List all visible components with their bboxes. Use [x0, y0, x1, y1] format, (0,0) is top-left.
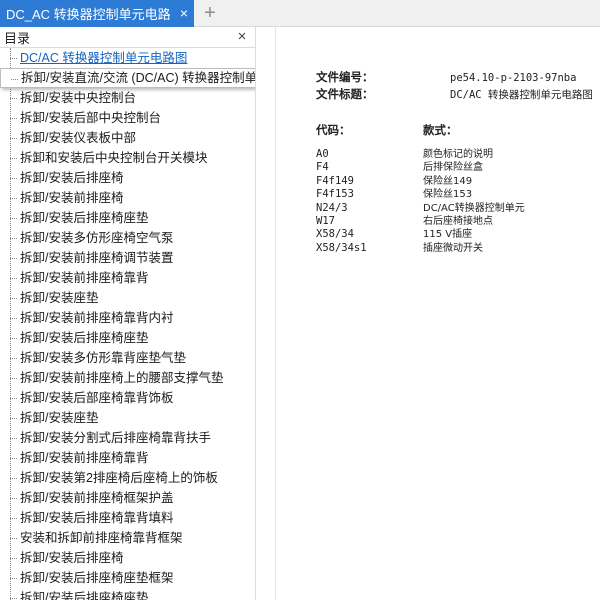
toc-item[interactable]: 拆卸/安装中央控制台 — [0, 88, 255, 108]
code-row: F4f153 保险丝153 — [316, 188, 472, 201]
toc-item[interactable]: 拆卸和安装后中央控制台开关模块 — [0, 148, 255, 168]
description-value: 插座微动开关 — [423, 242, 483, 254]
toc-item[interactable]: 拆卸/安装前排座椅框架护盖 — [0, 488, 255, 508]
description-value: 右后座椅接地点 — [423, 216, 493, 227]
close-icon[interactable]: × — [176, 4, 192, 22]
tab-bar: DC_AC 转换器控制单元电路图 × + — [0, 0, 600, 27]
toc-item[interactable]: 拆卸/安装前排座椅调节装置 — [0, 248, 255, 268]
sidebar-header: 目录 × — [0, 27, 255, 48]
file-title-label: 文件标题： — [316, 87, 374, 101]
toc-item[interactable]: 拆卸/安装前排座椅靠背 — [0, 268, 255, 288]
toc-item[interactable]: 拆卸/安装前排座椅靠背 — [0, 448, 255, 468]
document-tab[interactable]: DC_AC 转换器控制单元电路图 × — [0, 0, 194, 27]
description-column-header: 款式： — [423, 123, 458, 137]
file-title-value: DC/AC 转换器控制单元电路图 — [450, 89, 593, 101]
tab-title: DC_AC 转换器控制单元电路图 — [6, 7, 171, 22]
toc-item[interactable]: 拆卸/安装后排座椅座垫 — [0, 588, 255, 600]
sidebar-toc: 目录 × DC/AC 转换器控制单元电路图 拆卸/安装直流/交流 (DC/AC) … — [0, 27, 256, 600]
file-title-row: 文件标题： DC/AC 转换器控制单元电路图 — [316, 86, 593, 102]
add-tab-icon[interactable]: + — [200, 3, 220, 23]
toc-item[interactable]: 拆卸/安装后排座椅座垫 — [0, 328, 255, 348]
file-number-row: 文件编号： pe54.10-p-2103-97nba — [316, 69, 576, 85]
toc-item[interactable]: 拆卸/安装座垫 — [0, 288, 255, 308]
toc-item[interactable]: 拆卸/安装后排座椅 — [0, 548, 255, 568]
sidebar-title: 目录 — [4, 30, 31, 46]
toc-item[interactable]: 安装和拆卸前排座椅靠背框架 — [0, 528, 255, 548]
description-value: 保险丝149 — [423, 175, 473, 187]
description-value: 后排保险丝盒 — [423, 162, 483, 174]
toc-item[interactable]: 拆卸/安装分割式后排座椅靠背扶手 — [0, 428, 255, 448]
toc-item[interactable]: 拆卸/安装前排座椅靠背内衬 — [0, 308, 255, 328]
toc-item[interactable]: DC/AC 转换器控制单元电路图 — [0, 48, 255, 68]
code-column-header: 代码： — [316, 123, 351, 137]
document-view: 文件编号： pe54.10-p-2103-97nba 文件标题： DC/AC 转换器… — [275, 27, 600, 600]
code-value: X58/34s1 — [316, 241, 367, 254]
file-number-value: pe54.10-p-2103-97nba — [450, 72, 577, 84]
toc-item[interactable]: 拆卸/安装座垫 — [0, 408, 255, 428]
code-value: F4f149 — [316, 174, 354, 187]
toc-list: DC/AC 转换器控制单元电路图 拆卸/安装直流/交流 (DC/AC) 转换器控制… — [0, 48, 255, 600]
toc-item[interactable]: 拆卸/安装后部座椅靠背饰板 — [0, 388, 255, 408]
toc-item[interactable]: 拆卸/安装后部中央控制台 — [0, 108, 255, 128]
code-row: F4f149 保险丝149 — [316, 175, 472, 188]
code-value: A0 — [316, 148, 329, 160]
code-value: X58/34 — [316, 228, 354, 241]
code-value: N24/3 — [316, 201, 348, 214]
description-value: 颜色标记的说明 — [423, 149, 493, 160]
code-value: F4f153 — [316, 188, 354, 201]
toc-item[interactable]: 拆卸/安装后排座椅座垫 — [0, 208, 255, 228]
code-row: N24/3 DC/AC转换器控制单元 — [316, 202, 525, 215]
toc-item[interactable]: 拆卸/安装前排座椅上的腰部支撑气垫 — [0, 368, 255, 388]
toc-item[interactable]: 拆卸/安装多仿形座椅空气泵 — [0, 228, 255, 248]
close-icon[interactable]: × — [235, 28, 249, 46]
toc-item[interactable]: 拆卸/安装多仿形靠背座垫气垫 — [0, 348, 255, 368]
code-row: A0 颜色标记的说明 — [316, 148, 493, 161]
code-value: F4 — [316, 161, 329, 174]
toc-item[interactable]: 拆卸/安装前排座椅 — [0, 188, 255, 208]
toc-item[interactable]: 拆卸/安装后排座椅靠背填料 — [0, 508, 255, 528]
code-row: X58/34s1 插座微动开关 — [316, 242, 483, 255]
file-number-label: 文件编号： — [316, 70, 374, 84]
description-value: DC/AC转换器控制单元 — [423, 202, 525, 214]
description-value: 115 V插座 — [423, 229, 473, 241]
toc-item[interactable]: 拆卸/安装后排座椅 — [0, 168, 255, 188]
toc-item[interactable]: 拆卸/安装后排座椅座垫框架 — [0, 568, 255, 588]
code-row: F4 后排保险丝盒 — [316, 161, 483, 174]
toc-item[interactable]: 拆卸/安装直流/交流 (DC/AC) 转换器控制单元 — [0, 68, 255, 88]
code-value: W17 — [316, 215, 335, 227]
description-value: 保险丝153 — [423, 189, 473, 201]
toc-item[interactable]: 拆卸/安装第2排座椅后座椅上的饰板 — [0, 468, 255, 488]
code-row: X58/34 115 V插座 — [316, 228, 472, 241]
toc-item[interactable]: 拆卸/安装仪表板中部 — [0, 128, 255, 148]
code-row: W17 右后座椅接地点 — [316, 215, 493, 228]
